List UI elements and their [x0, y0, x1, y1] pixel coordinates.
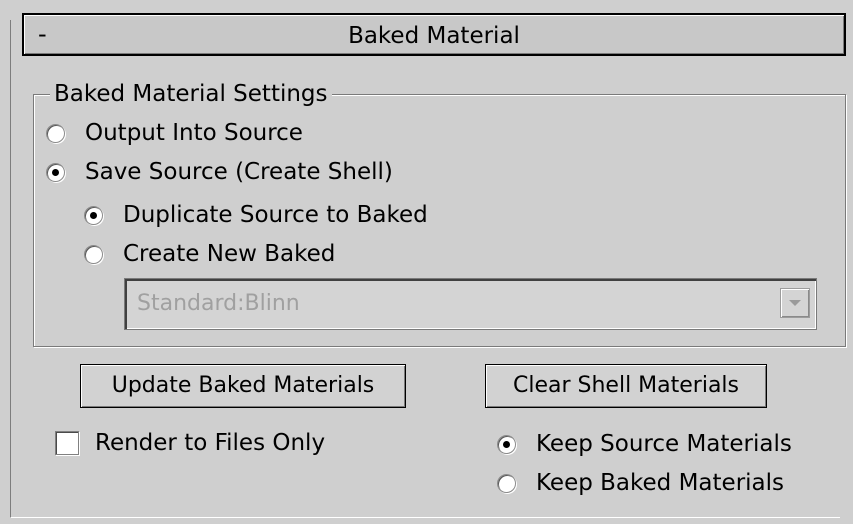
render-to-files-only-label: Render to Files Only	[95, 430, 326, 456]
keep-source-materials-radio[interactable]: Keep Source Materials	[497, 428, 792, 460]
save-source-label: Save Source (Create Shell)	[85, 159, 393, 185]
radio-indicator[interactable]	[497, 473, 516, 493]
keep-baked-materials-label: Keep Baked Materials	[536, 470, 785, 496]
radio-indicator[interactable]	[497, 434, 516, 454]
output-into-source-label: Output Into Source	[85, 120, 303, 146]
radio-indicator[interactable]	[46, 123, 65, 143]
checkbox-indicator[interactable]	[55, 431, 79, 455]
create-new-baked-label: Create New Baked	[123, 241, 336, 267]
chevron-down-icon[interactable]	[780, 288, 810, 318]
clear-shell-materials-button[interactable]: Clear Shell Materials	[485, 364, 767, 408]
keep-baked-materials-radio[interactable]: Keep Baked Materials	[497, 467, 784, 499]
create-new-baked-radio[interactable]: Create New Baked	[84, 238, 335, 270]
duplicate-source-radio[interactable]: Duplicate Source to Baked	[84, 199, 428, 231]
save-source-radio[interactable]: Save Source (Create Shell)	[46, 156, 393, 188]
duplicate-source-label: Duplicate Source to Baked	[123, 202, 428, 228]
radio-indicator[interactable]	[46, 162, 65, 182]
radio-indicator[interactable]	[84, 205, 103, 225]
keep-source-materials-label: Keep Source Materials	[536, 431, 792, 457]
rollout-header[interactable]: - Baked Material	[22, 13, 846, 56]
rollout-title: Baked Material	[348, 23, 520, 49]
radio-indicator[interactable]	[84, 244, 103, 264]
material-type-value: Standard:Blinn	[137, 291, 300, 316]
material-type-dropdown[interactable]: Standard:Blinn	[124, 278, 817, 330]
group-title: Baked Material Settings	[50, 80, 332, 108]
render-to-files-only-checkbox[interactable]: Render to Files Only	[55, 427, 325, 459]
output-into-source-radio[interactable]: Output Into Source	[46, 117, 303, 149]
update-baked-materials-button[interactable]: Update Baked Materials	[80, 364, 406, 408]
